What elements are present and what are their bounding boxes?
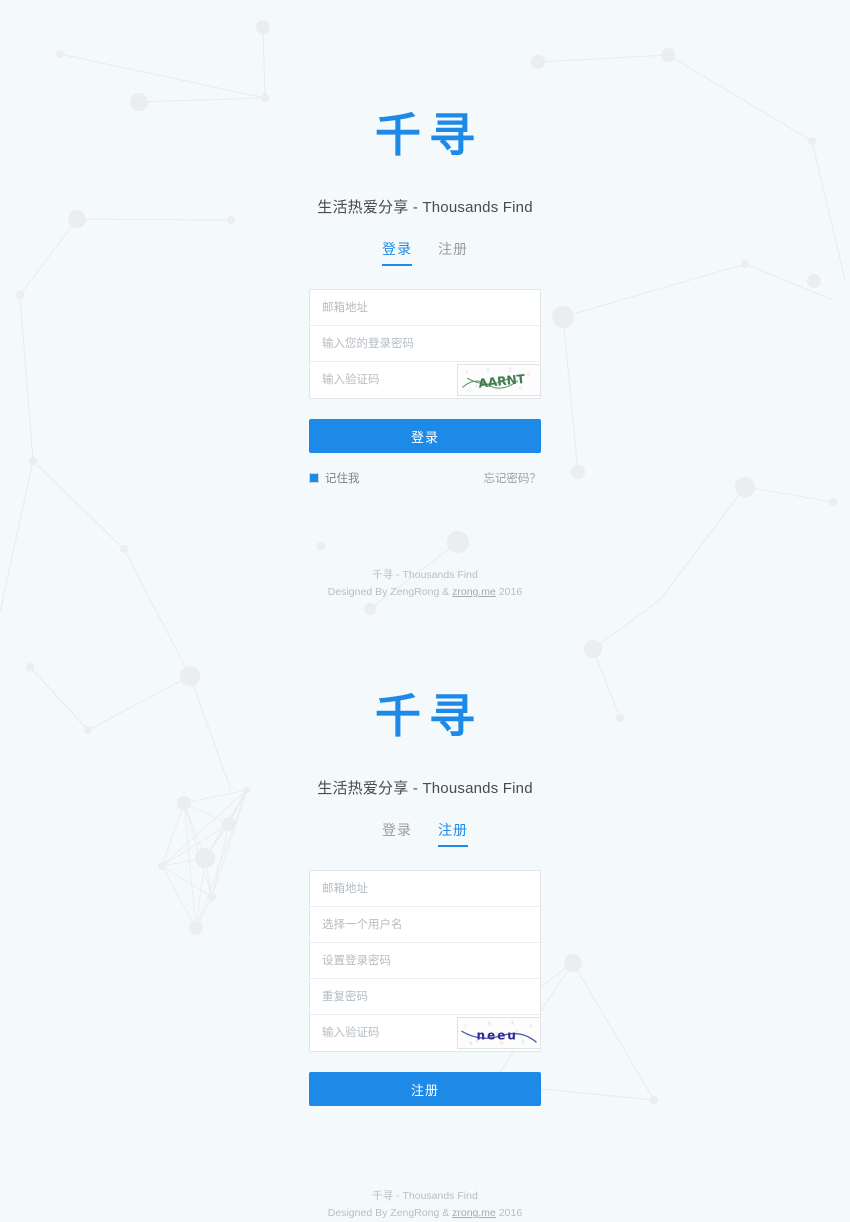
login-submit-button[interactable]: 登录 <box>309 419 541 453</box>
register-panel: 千寻 生活热爱分享 - Thousands Find 登录 注册 邮箱地址 选择… <box>0 601 850 1222</box>
brand-logo-register: 千寻 <box>375 689 483 743</box>
register-username-input[interactable] <box>310 907 540 942</box>
login-email-input[interactable] <box>310 290 540 325</box>
login-options-row: 记住我 忘记密码？ <box>309 470 541 486</box>
register-email-input[interactable] <box>310 871 540 906</box>
register-captcha-text: neeu <box>477 1029 518 1043</box>
register-submit-button[interactable]: 注册 <box>309 1072 541 1106</box>
register-captcha-row: r 4 9 b k 8 a d 2 t neeu <box>310 1015 540 1051</box>
register-captcha-image[interactable]: r 4 9 b k 8 a d 2 t neeu <box>457 1017 541 1049</box>
footer-credit-prefix: Designed By ZengRong & <box>327 586 453 598</box>
footer-author-link[interactable]: zrong.me <box>452 586 496 598</box>
login-password-row <box>310 326 540 362</box>
register-password-input[interactable] <box>310 943 540 978</box>
footer-line1-register: 千寻 - Thousands Find <box>372 1190 478 1202</box>
svg-text:9: 9 <box>488 1022 492 1028</box>
register-password-repeat-input[interactable] <box>310 979 540 1014</box>
footer-line1: 千寻 - Thousands Find <box>372 569 478 581</box>
register-password-repeat-row <box>310 979 540 1015</box>
svg-text:0: 0 <box>468 387 472 393</box>
footer-credit-prefix-register: Designed By ZengRong & <box>327 1207 453 1219</box>
register-email-row <box>310 871 540 907</box>
remember-me-checkbox[interactable] <box>309 473 319 483</box>
auth-tabs-login: 登录 注册 <box>382 239 468 266</box>
svg-text:d: d <box>527 371 531 377</box>
footer-credit-year: 2016 <box>495 586 523 598</box>
svg-text:s: s <box>465 369 468 375</box>
tab-register[interactable]: 注册 <box>438 239 468 266</box>
svg-text:d: d <box>469 1041 473 1047</box>
forgot-password-link[interactable]: 忘记密码？ <box>484 470 542 486</box>
remember-me-control[interactable]: 记住我 <box>309 470 360 486</box>
page-stack: 千寻 生活热爱分享 - Thousands Find 登录 注册 s x 7 <box>0 0 850 1222</box>
register-form-card: r 4 9 b k 8 a d 2 t neeu <box>309 870 541 1052</box>
remember-me-label: 记住我 <box>325 473 360 485</box>
auth-tabs-register: 登录 注册 <box>382 820 468 847</box>
svg-text:8: 8 <box>522 1039 526 1045</box>
svg-text:7: 7 <box>486 369 490 375</box>
register-username-row <box>310 907 540 943</box>
login-password-input[interactable] <box>310 326 540 361</box>
tab-login-register-panel[interactable]: 登录 <box>382 820 412 847</box>
brand-logo: 千寻 <box>375 108 483 162</box>
tab-register-register-panel[interactable]: 注册 <box>438 820 468 847</box>
register-password-row <box>310 943 540 979</box>
login-captcha-image[interactable]: s x 7 k 2 q d 0 f 9 AARNT <box>457 364 541 396</box>
footer-login: 千寻 - Thousands Find Designed By ZengRong… <box>0 567 850 601</box>
login-form-card: s x 7 k 2 q d 0 f 9 AAR <box>309 289 541 399</box>
login-captcha-row: s x 7 k 2 q d 0 f 9 AAR <box>310 362 540 398</box>
footer-line2-register: Designed By ZengRong & zrong.me 2016 <box>0 1205 850 1222</box>
footer-credit-year-register: 2016 <box>495 1207 523 1219</box>
brand-tagline-register: 生活热爱分享 - Thousands Find <box>317 780 533 797</box>
brand-tagline: 生活热爱分享 - Thousands Find <box>317 199 533 216</box>
footer-author-link-register[interactable]: zrong.me <box>452 1207 496 1219</box>
login-panel: 千寻 生活热爱分享 - Thousands Find 登录 注册 s x 7 <box>0 0 850 601</box>
tab-login[interactable]: 登录 <box>382 239 412 266</box>
svg-text:a: a <box>529 1023 532 1029</box>
login-email-row <box>310 290 540 326</box>
footer-register: 千寻 - Thousands Find Designed By ZengRong… <box>0 1188 850 1222</box>
footer-line2: Designed By ZengRong & zrong.me 2016 <box>0 584 850 601</box>
